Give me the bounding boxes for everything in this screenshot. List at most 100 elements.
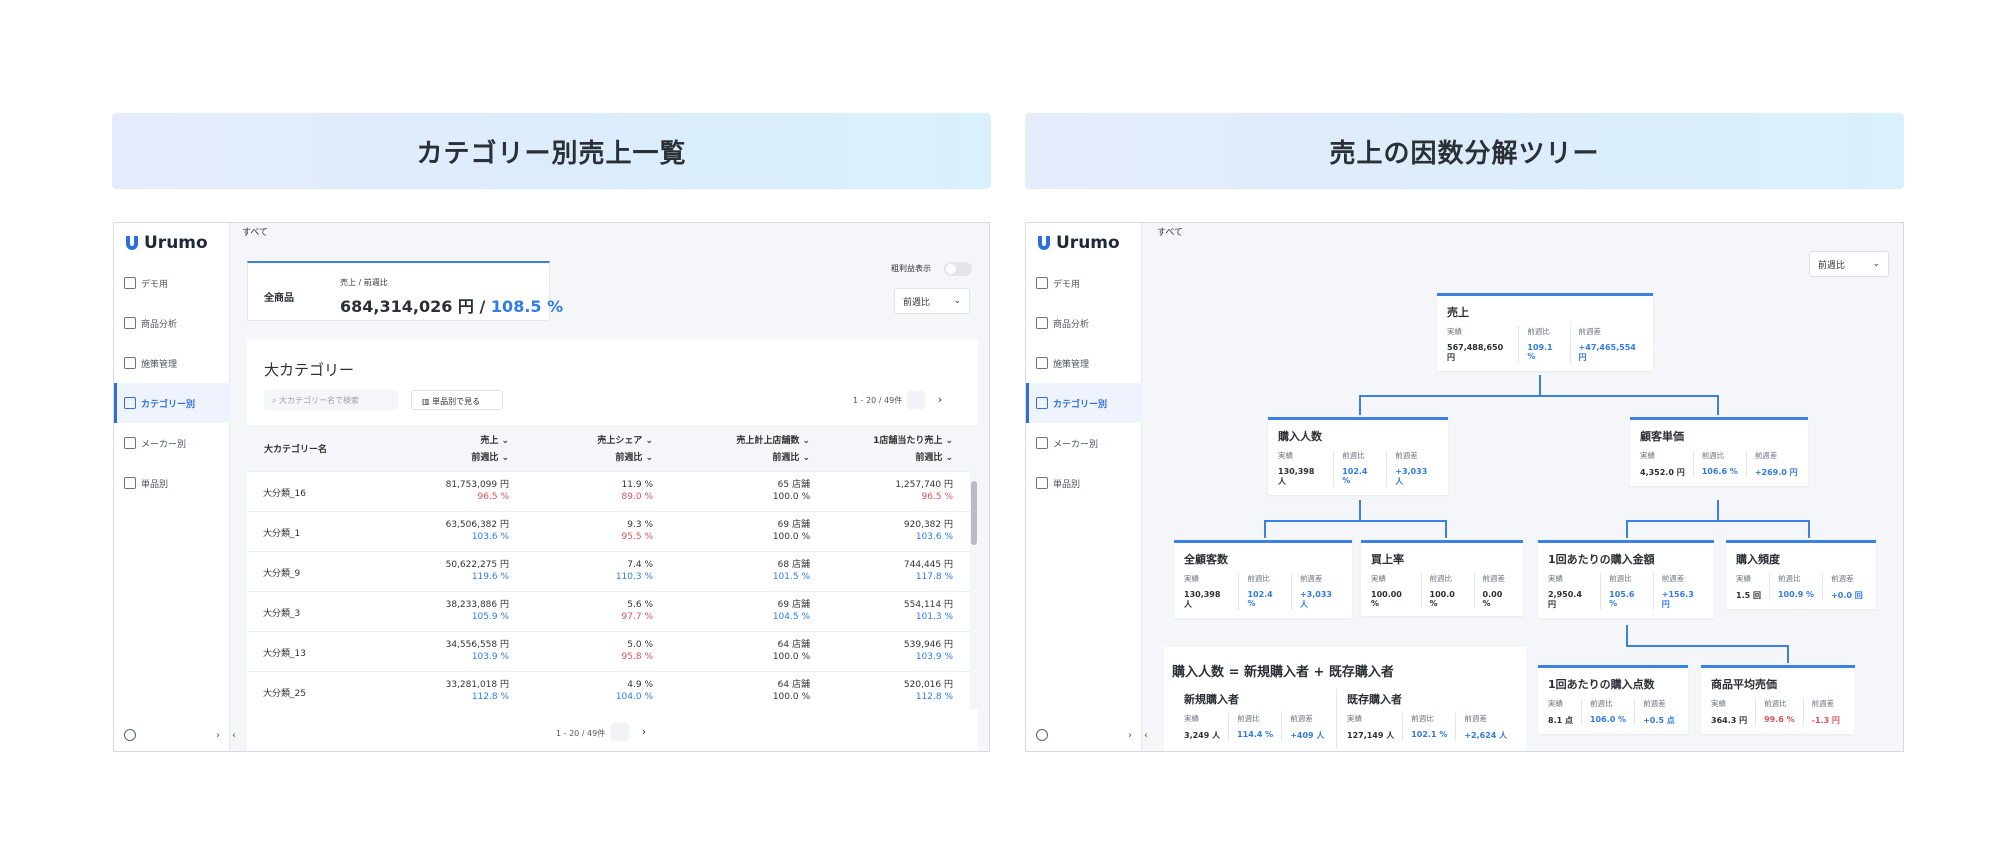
sidebar-item-3[interactable]: カテゴリー別 <box>1026 383 1142 423</box>
row-cell: 81,753,099 円 96.5 % <box>446 479 509 503</box>
cell-value: 554,114 円 <box>903 600 953 610</box>
metric-label: 前週差 <box>1299 574 1323 583</box>
chevron-right-icon[interactable]: › <box>216 730 220 741</box>
row-cell: 50,622,275 円 119.6 % <box>446 559 509 583</box>
collapse-icon[interactable]: ‹ <box>1144 730 1148 741</box>
megaphone-icon <box>124 357 136 369</box>
chevron-right-icon[interactable]: › <box>1128 730 1132 741</box>
header-col-3-sub[interactable]: 前週比 ⌄ <box>915 450 953 463</box>
metric: 前週比 100.9 % <box>1777 573 1824 601</box>
tree-node-freq[interactable]: 購入頻度 実績 1.5 回 前週比 100.9 % 前週差 +0.0 回 <box>1726 540 1876 609</box>
metric: 前週比 100.0 % <box>1430 573 1475 608</box>
metric: 前週比 106.6 % <box>1702 450 1747 478</box>
tree-node-buyrate[interactable]: 買上率 実績 100.00 % 前週比 100.0 % 前週差 0.00 % <box>1361 540 1523 616</box>
tree-node-perbuy[interactable]: 1回あたりの購入金額 実績 2,950.4 円 前週比 105.6 % 前週差 +156.3… <box>1538 540 1714 618</box>
sidebar-item-4[interactable]: メーカー別 <box>114 423 230 463</box>
row-cell: 9.3 % 95.5 % <box>622 519 653 543</box>
header-col-0[interactable]: 売上 ⌄ <box>480 433 509 446</box>
sidebar-item-3[interactable]: カテゴリー別 <box>114 383 230 423</box>
cell-value: 68 店舗 <box>777 560 810 570</box>
prev-page-bottom-button[interactable] <box>611 723 629 741</box>
row-cell: 33,281,018 円 112.8 % <box>446 679 509 703</box>
metric: 前週比 114.4 % <box>1237 713 1283 741</box>
next-page-button[interactable]: › <box>931 391 949 409</box>
sidebar-item-4[interactable]: メーカー別 <box>1026 423 1142 463</box>
row-name: 大分類_16 <box>263 489 306 499</box>
sidebar-nav: デモ用 商品分析 施策管理 カテゴリー別 メーカー別 単品別 <box>114 263 230 503</box>
cell-value: 4.9 % <box>627 680 653 690</box>
logo: Urumo <box>124 232 208 254</box>
row-cell: 34,556,558 円 103.9 % <box>446 639 509 663</box>
header-col-2[interactable]: 売上計上店舗数 ⌄ <box>736 433 810 446</box>
metric-value: 102.4 % <box>1247 590 1273 608</box>
table-row[interactable]: 大分類_1 63,506,382 円 103.6 % 9.3 % 95.5 % 69 店舗… <box>247 511 970 551</box>
metric: 実績 100.00 % <box>1371 573 1422 608</box>
sidebar-item-5[interactable]: 単品別 <box>1026 463 1142 503</box>
metric-label: 前週差 <box>1661 574 1685 583</box>
table-row[interactable]: 大分類_25 33,281,018 円 112.8 % 4.9 % 104.0 % 64 … <box>247 671 970 711</box>
user-icon[interactable] <box>1036 729 1048 741</box>
sidebar-item-2[interactable]: 施策管理 <box>1026 343 1142 383</box>
metric: 前週比 102.4 % <box>1247 573 1292 610</box>
summary-card: 全商品 売上 / 前週比 684,314,026 円 / 108.5 % <box>247 261 563 321</box>
metric-value: +47,465,554 円 <box>1578 343 1636 362</box>
sidebar-item-5[interactable]: 単品別 <box>114 463 230 503</box>
header-col-0-sub[interactable]: 前週比 ⌄ <box>471 450 509 463</box>
node-title: 1回あたりの購入金額 <box>1548 553 1655 566</box>
sidebar-item-0[interactable]: デモ用 <box>114 263 230 303</box>
table-row[interactable]: 大分類_16 81,753,099 円 96.5 % 11.9 % 89.0 % 65 店… <box>247 471 970 511</box>
tree-node-avgprice[interactable]: 商品平均売価 実績 364.3 円 前週比 99.6 % 前週差 -1.3 円 <box>1701 665 1855 734</box>
search-input[interactable]: ⌕ 大カテゴリー名で検索 <box>264 390 398 410</box>
prev-page-button[interactable] <box>907 391 925 409</box>
metric: 前週差 +3,033 人 <box>1395 450 1438 487</box>
gross-profit-toggle[interactable] <box>944 262 972 276</box>
metric-value: 8.1 点 <box>1548 716 1573 725</box>
tree-node-buyers[interactable]: 購入人数 実績 130,398 人 前週比 102.4 % 前週差 +3,033 人 <box>1268 417 1448 495</box>
sidebar-item-0[interactable]: デモ用 <box>1026 263 1142 303</box>
sidebar-item-2[interactable]: 施策管理 <box>114 343 230 383</box>
factory-icon <box>1036 437 1048 449</box>
header-col-1[interactable]: 売上シェア ⌄ <box>597 433 653 446</box>
by-item-button[interactable]: ▥ 単品別で見る <box>411 390 503 410</box>
metric-label: 前週比 <box>1777 574 1801 583</box>
header-col-3[interactable]: 1店舗当たり売上 ⌄ <box>873 433 953 446</box>
table-row[interactable]: 大分類_9 50,622,275 円 119.6 % 7.4 % 110.3 % 68 店… <box>247 551 970 591</box>
cell-ratio: 103.9 % <box>471 652 509 662</box>
tree-node-unit[interactable]: 顧客単価 実績 4,352.0 円 前週比 106.6 % 前週差 +269.0 円 <box>1630 417 1808 486</box>
metric-value: -1.3 円 <box>1811 716 1840 725</box>
node-title: 購入人数 <box>1278 430 1322 443</box>
tree-node-items[interactable]: 1回あたりの購入点数 実績 8.1 点 前週比 106.0 % 前週差 +0.5 点 <box>1538 665 1688 734</box>
logo-right: Urumo <box>1036 232 1120 254</box>
cell-ratio: 101.3 % <box>915 612 953 622</box>
table-scrollbar[interactable] <box>970 471 978 709</box>
tree-node-customers[interactable]: 全顧客数 実績 130,398 人 前週比 102.4 % 前週差 +3,033 人 <box>1174 540 1352 618</box>
user-icon[interactable] <box>124 729 136 741</box>
collapse-icon[interactable]: ‹ <box>232 730 236 741</box>
row-cell: 65 店舗 100.0 % <box>773 479 810 503</box>
compare-select-right[interactable]: 前週比 ⌄ <box>1809 251 1889 277</box>
metric-label: 実績 <box>1447 327 1462 336</box>
metric: 前週比 102.4 % <box>1342 450 1388 487</box>
metric: 前週差 0.00 % <box>1483 573 1513 608</box>
metric-label: 前週比 <box>1411 714 1434 723</box>
sidebar-item-1[interactable]: 商品分析 <box>1026 303 1142 343</box>
sidebar-item-1[interactable]: 商品分析 <box>114 303 230 343</box>
cell-ratio: 96.5 % <box>477 492 509 502</box>
row-name: 大分類_25 <box>263 689 306 699</box>
cell-value: 38,233,886 円 <box>445 600 509 610</box>
table-row[interactable]: 大分類_3 38,233,886 円 105.9 % 5.6 % 97.7 % 69 店舗… <box>247 591 970 631</box>
row-cell: 554,114 円 101.3 % <box>904 599 953 623</box>
metric-label: 前週比 <box>1429 574 1453 583</box>
metric: 実績 567,488,650 円 <box>1447 326 1520 363</box>
header-col-2-sub[interactable]: 前週比 ⌄ <box>772 450 810 463</box>
compare-select[interactable]: 前週比 ⌄ <box>894 288 970 314</box>
metric: 前週差 +3,033 人 <box>1300 573 1342 610</box>
metric-value: 100.0 % <box>1429 590 1455 608</box>
metric-value: 105.6 % <box>1609 590 1635 608</box>
breakdown-title: 新規購入者 <box>1184 693 1239 706</box>
header-col-1-sub[interactable]: 前週比 ⌄ <box>615 450 653 463</box>
next-page-bottom-button[interactable]: › <box>635 723 653 741</box>
chart-icon <box>1036 317 1048 329</box>
table-row[interactable]: 大分類_13 34,556,558 円 103.9 % 5.0 % 95.8 % 64 店… <box>247 631 970 671</box>
tree-node-sales[interactable]: 売上 実績 567,488,650 円 前週比 109.1 % 前週差 +47,465,55… <box>1437 293 1653 371</box>
